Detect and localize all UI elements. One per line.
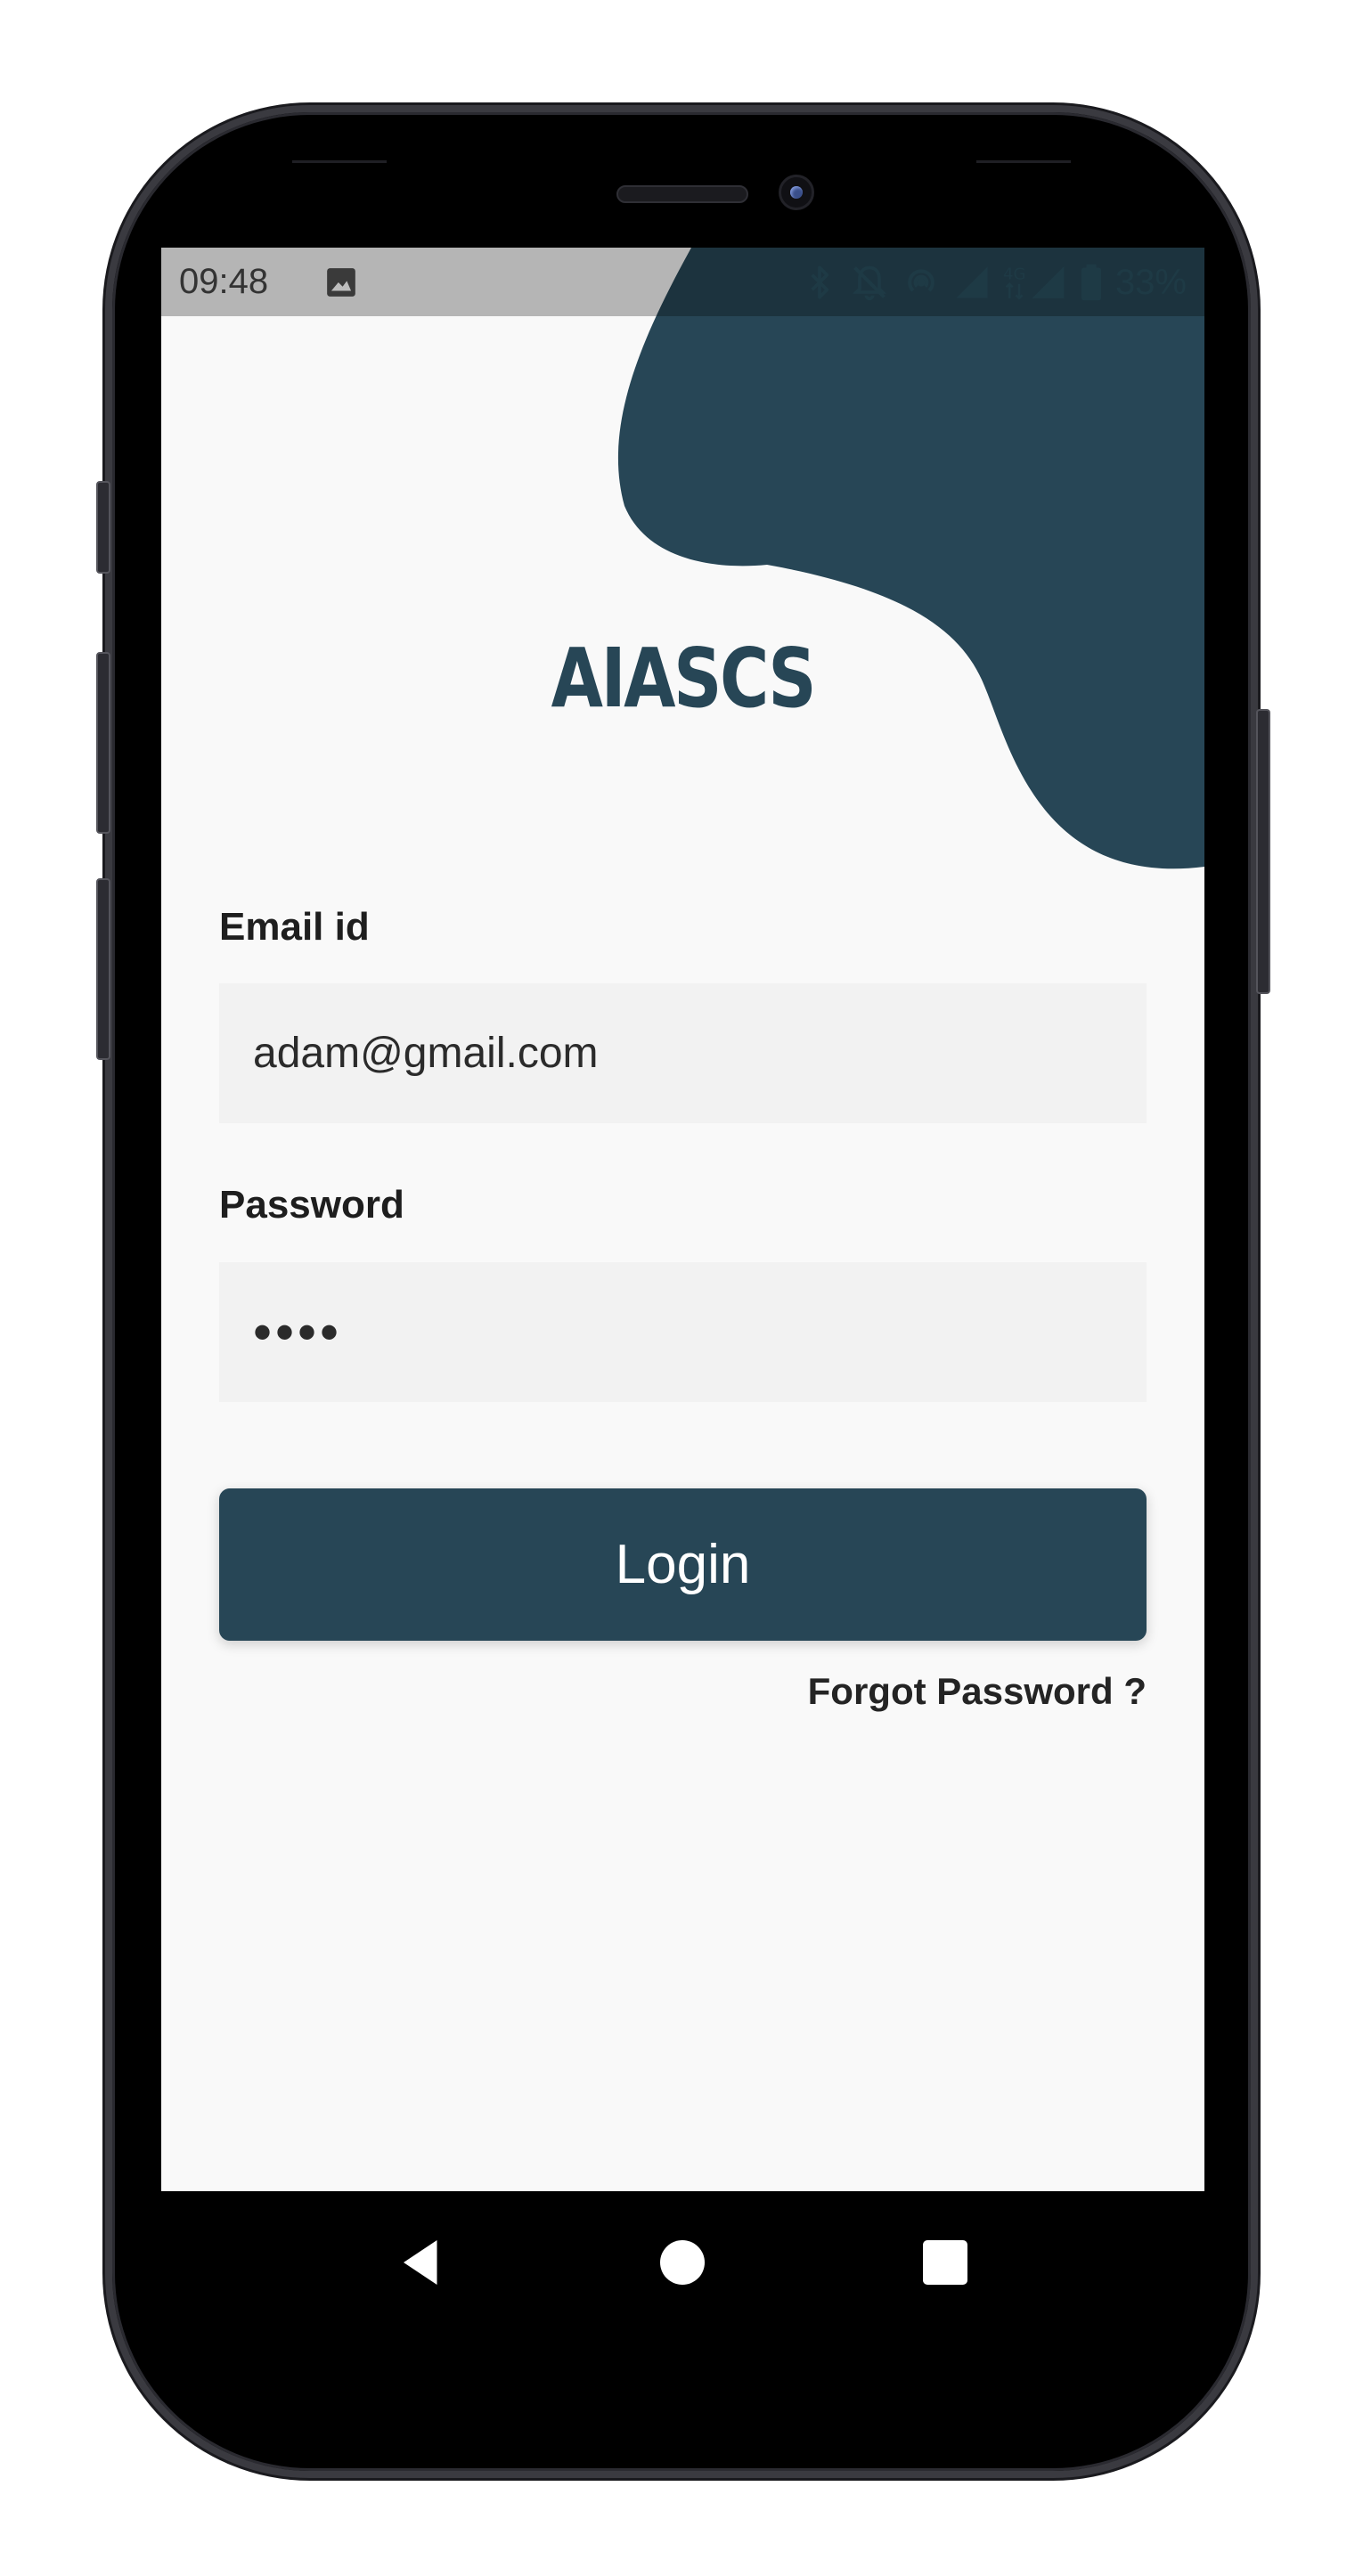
4g-signal-icon: 4G xyxy=(1003,265,1065,300)
email-field[interactable]: adam@gmail.com xyxy=(219,983,1147,1123)
navigation-bar xyxy=(161,2191,1204,2334)
volume-up-button xyxy=(96,652,110,834)
bluetooth-icon xyxy=(811,265,829,299)
hotspot-icon xyxy=(908,269,935,292)
battery-percentage: 33% xyxy=(1114,262,1187,302)
side-button xyxy=(96,481,110,574)
earpiece-speaker xyxy=(616,185,748,203)
power-button xyxy=(1256,709,1270,994)
top-grille xyxy=(976,160,1071,163)
svg-text:4G: 4G xyxy=(1003,265,1025,283)
signal-icon xyxy=(956,266,988,298)
email-label: Email id xyxy=(219,905,370,949)
status-icons: 4G 33% xyxy=(802,260,1187,305)
home-icon[interactable] xyxy=(656,2236,709,2289)
status-time: 09:48 xyxy=(179,262,269,301)
login-button[interactable]: Login xyxy=(219,1488,1147,1641)
recents-icon[interactable] xyxy=(918,2236,972,2289)
forgot-password-link[interactable]: Forgot Password ? xyxy=(808,1670,1147,1713)
top-grille xyxy=(292,160,387,163)
notifications-off-icon xyxy=(852,265,887,301)
app-title: AIASCS xyxy=(551,631,817,726)
battery-icon xyxy=(1081,264,1101,301)
image-icon xyxy=(327,268,355,297)
status-bar: 09:48 4G 33% xyxy=(161,248,1204,316)
front-camera xyxy=(779,175,814,210)
back-icon[interactable] xyxy=(395,2236,448,2289)
password-field[interactable]: •••• xyxy=(219,1262,1147,1402)
app-screen: 09:48 4G 33% AIASCS Email id adam@gmail.… xyxy=(161,248,1204,2191)
password-label: Password xyxy=(219,1183,404,1227)
volume-down-button xyxy=(96,878,110,1060)
